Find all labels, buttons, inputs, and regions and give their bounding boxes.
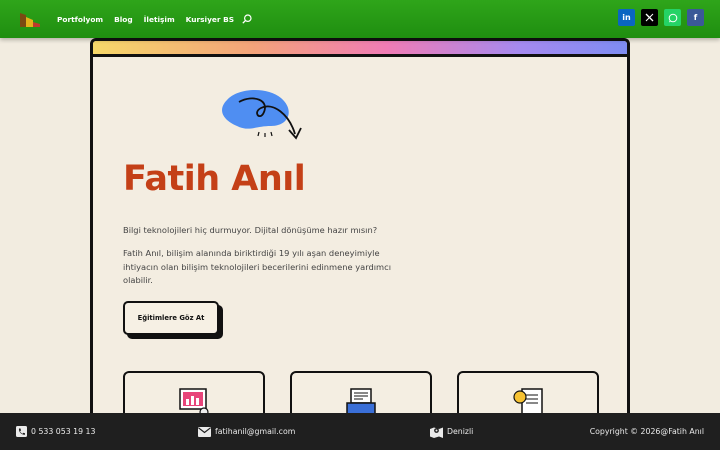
nav-item-blog[interactable]: Blog	[114, 15, 133, 24]
x-twitter-icon[interactable]	[641, 9, 658, 26]
facebook-icon[interactable]: f	[687, 9, 704, 26]
gradient-header-bar	[93, 41, 627, 57]
nav-item-kursiyer-bs[interactable]: Kursiyer BS	[186, 15, 234, 24]
hero-card: Fatih Anıl Bilgi teknolojileri hiç durmu…	[90, 38, 630, 428]
footer-phone-text: 0 533 053 19 13	[31, 427, 96, 436]
footer-location-text: Denizli	[447, 427, 474, 436]
main-nav: Portfolyom Blog İletişim Kursiyer BS	[57, 0, 252, 38]
linkedin-icon[interactable]: in	[618, 9, 635, 26]
footer-email[interactable]: fatihanil@gmail.com	[198, 413, 295, 450]
footer-copyright: Copyright © 2026@Fatih Anıl	[590, 413, 704, 450]
blue-blob-arrow-illustration	[222, 89, 302, 140]
hero-title: Fatih Anıl	[123, 159, 306, 199]
hero-tagline: Bilgi teknolojileri hiç durmuyor. Dijita…	[123, 225, 378, 235]
map-pin-icon	[430, 427, 443, 438]
cta-button-wrapper: Eğitimlere Göz At	[123, 301, 223, 339]
nav-item-iletisim[interactable]: İletişim	[144, 15, 175, 24]
search-icon[interactable]	[242, 14, 252, 24]
top-navbar: Portfolyom Blog İletişim Kursiyer BS in …	[0, 0, 720, 38]
footer-bar: 0 533 053 19 13 fatihanil@gmail.com Deni…	[0, 413, 720, 450]
logo[interactable]	[20, 11, 40, 27]
browse-trainings-button[interactable]: Eğitimlere Göz At	[123, 301, 219, 335]
footer-copyright-text: Copyright © 2026@Fatih Anıl	[589, 427, 704, 436]
footer-location[interactable]: Denizli	[430, 413, 473, 450]
footer-phone[interactable]: 0 533 053 19 13	[16, 413, 95, 450]
hero-description: Fatih Anıl, bilişim alanında biriktirdiğ…	[123, 248, 392, 285]
phone-icon	[16, 426, 27, 437]
envelope-icon	[198, 426, 211, 437]
nav-item-portfolyom[interactable]: Portfolyom	[57, 15, 103, 24]
whatsapp-icon[interactable]	[664, 9, 681, 26]
footer-email-text: fatihanil@gmail.com	[215, 427, 296, 436]
social-links: in f	[618, 9, 704, 26]
